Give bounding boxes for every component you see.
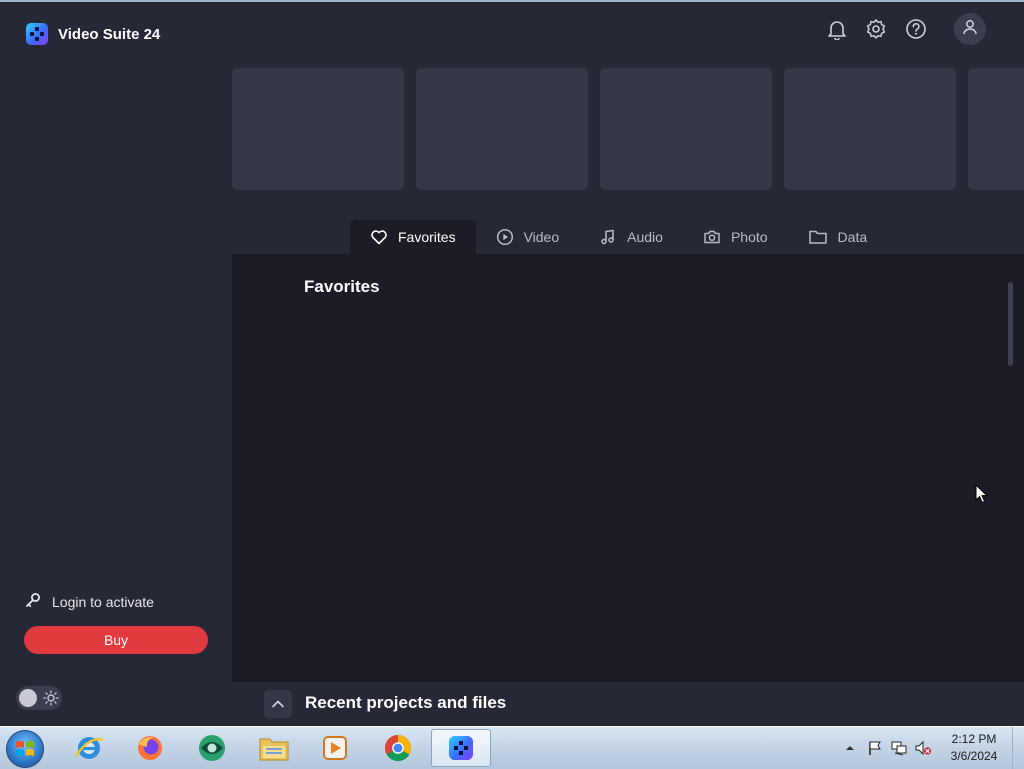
- mouse-cursor-icon: [975, 483, 989, 509]
- tab-favorites[interactable]: Favorites: [350, 220, 476, 254]
- user-icon: [961, 18, 979, 41]
- expand-recent-button[interactable]: [264, 690, 292, 718]
- tab-video[interactable]: Video: [476, 220, 580, 254]
- media-player-icon[interactable]: [306, 729, 364, 767]
- firefox-icon[interactable]: [121, 729, 179, 767]
- internet-explorer-icon[interactable]: [60, 729, 118, 767]
- help-icon[interactable]: [902, 15, 930, 43]
- clock-date: 3/6/2024: [950, 749, 998, 763]
- tab-label: Data: [837, 229, 868, 245]
- gear-icon[interactable]: [862, 15, 890, 43]
- app-title: Video Suite 24: [58, 26, 161, 43]
- tab-label: Photo: [730, 229, 768, 245]
- toggle-knob: [19, 689, 37, 707]
- carousel-card-1[interactable]: [232, 68, 404, 190]
- carousel-card-3[interactable]: [600, 68, 772, 190]
- tab-audio[interactable]: Audio: [579, 220, 683, 254]
- sun-icon: [43, 690, 59, 711]
- carousel-card-5[interactable]: [968, 68, 1024, 190]
- recent-projects-bar: Recent projects and files: [232, 682, 1024, 726]
- theme-toggle[interactable]: [16, 686, 62, 710]
- carousel-card-4[interactable]: [784, 68, 956, 190]
- app-window: Video Suite 24 Login to activate Buy Fav…: [0, 2, 1024, 726]
- login-to-activate-link[interactable]: Login to activate: [24, 592, 154, 612]
- panel-scrollbar[interactable]: [1008, 282, 1013, 366]
- login-label: Login to activate: [52, 594, 154, 610]
- show-hidden-icons-chevron-icon[interactable]: [842, 729, 858, 767]
- tab-label: Video: [523, 229, 560, 245]
- favorites-panel: Favorites: [232, 254, 1024, 682]
- music-note-icon: [601, 229, 614, 245]
- network-icon[interactable]: [888, 729, 910, 767]
- sidebar: Video Suite 24 Login to activate Buy: [0, 2, 232, 726]
- play-circle-icon: [496, 228, 513, 246]
- key-icon: [24, 591, 42, 614]
- start-button[interactable]: [6, 730, 44, 768]
- volume-muted-icon[interactable]: [912, 729, 934, 767]
- system-clock[interactable]: 2:12 PM 3/6/2024: [942, 731, 1006, 765]
- windows-logo-icon: [16, 741, 34, 756]
- carousel-card-2[interactable]: [416, 68, 588, 190]
- action-center-flag-icon[interactable]: [864, 729, 886, 767]
- chevron-up-icon: [272, 700, 284, 708]
- tab-data[interactable]: Data: [788, 220, 888, 254]
- camera-icon: [704, 230, 720, 244]
- clock-time: 2:12 PM: [951, 732, 997, 746]
- buy-button[interactable]: Buy: [24, 626, 208, 654]
- chrome-icon[interactable]: [369, 729, 427, 767]
- category-tabs: Favorites Video Audio Photo Data: [350, 220, 887, 254]
- recent-title: Recent projects and files: [305, 693, 507, 712]
- show-desktop-button[interactable]: [1012, 727, 1024, 769]
- panel-title: Favorites: [304, 277, 380, 296]
- heart-icon: [371, 230, 387, 245]
- tab-label: Favorites: [398, 229, 456, 245]
- video-suite-icon[interactable]: [431, 729, 491, 767]
- tab-label: Audio: [627, 229, 663, 245]
- media-app-icon[interactable]: [183, 729, 241, 767]
- tab-photo[interactable]: Photo: [683, 220, 788, 254]
- taskbar: 2:12 PM 3/6/2024: [0, 726, 1024, 769]
- app-logo-icon: [26, 23, 48, 45]
- folder-icon: [808, 230, 827, 244]
- bell-icon[interactable]: [823, 15, 851, 43]
- user-avatar[interactable]: [954, 13, 986, 45]
- file-explorer-icon[interactable]: [245, 729, 303, 767]
